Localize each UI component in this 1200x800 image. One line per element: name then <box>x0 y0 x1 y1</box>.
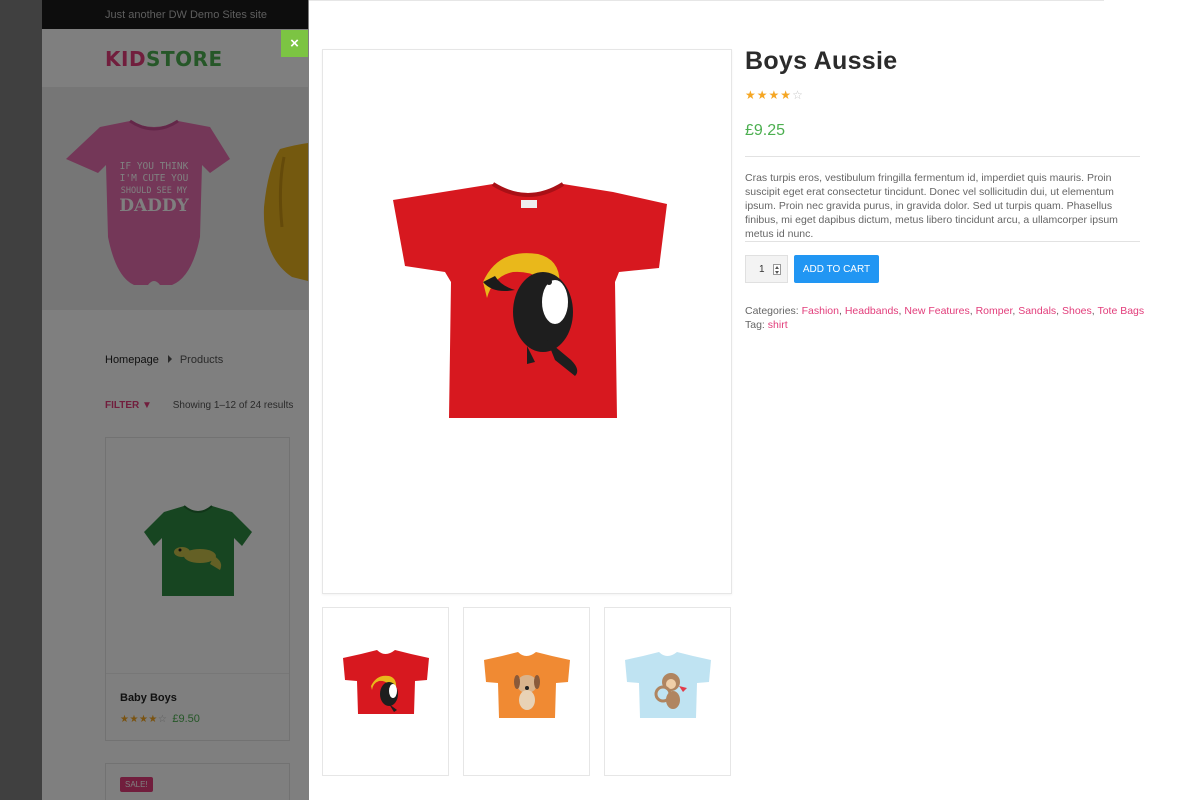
modal-top-border <box>309 0 1104 1</box>
product-meta: Categories: Fashion, Headbands, New Feat… <box>745 305 1145 331</box>
tag-link[interactable]: shirt <box>768 319 788 331</box>
category-link[interactable]: Tote Bags <box>1097 305 1144 317</box>
star-icon: ★ <box>768 88 781 102</box>
star-icon: ★ <box>756 88 769 102</box>
spinner-arrows-icon[interactable] <box>773 264 781 275</box>
product-description: Cras turpis eros, vestibulum fringilla f… <box>745 172 1118 240</box>
quick-view-modal: Boys Aussie ★★★★☆ £9.25 Cras turpis eros… <box>309 0 1200 800</box>
add-to-cart-button[interactable]: ADD TO CART <box>794 255 879 283</box>
product-price: £9.25 <box>745 122 786 139</box>
divider <box>745 241 1140 242</box>
thumbnail-red-tshirt[interactable] <box>322 607 449 776</box>
thumbnail-image <box>625 652 711 718</box>
category-link[interactable]: Sandals <box>1018 305 1056 317</box>
divider <box>745 156 1140 157</box>
star-empty-icon: ☆ <box>792 88 804 102</box>
star-icon: ★ <box>745 88 757 102</box>
main-product-image[interactable] <box>322 49 732 594</box>
close-button[interactable]: × <box>281 30 308 57</box>
product-rating: ★★★★☆ <box>745 88 804 102</box>
modal-backdrop[interactable] <box>0 0 309 800</box>
category-link[interactable]: Headbands <box>845 305 899 317</box>
category-link[interactable]: Shoes <box>1062 305 1092 317</box>
product-title: Boys Aussie <box>745 47 898 75</box>
thumbnail-orange-tshirt[interactable] <box>463 607 590 776</box>
quantity-value[interactable]: 1 <box>759 264 765 275</box>
red-tshirt-toucan-image <box>393 182 667 418</box>
thumbnail-lightblue-tshirt[interactable] <box>604 607 731 776</box>
star-icon: ★ <box>780 88 793 102</box>
category-link[interactable]: New Features <box>904 305 969 317</box>
categories-label: Categories: <box>745 305 799 317</box>
category-link[interactable]: Romper <box>976 305 1013 317</box>
quantity-stepper[interactable]: 1 <box>745 255 788 283</box>
category-link[interactable]: Fashion <box>802 305 839 317</box>
thumbnail-image <box>343 650 429 714</box>
tag-label: Tag: <box>745 319 765 331</box>
thumbnail-image <box>484 652 570 718</box>
